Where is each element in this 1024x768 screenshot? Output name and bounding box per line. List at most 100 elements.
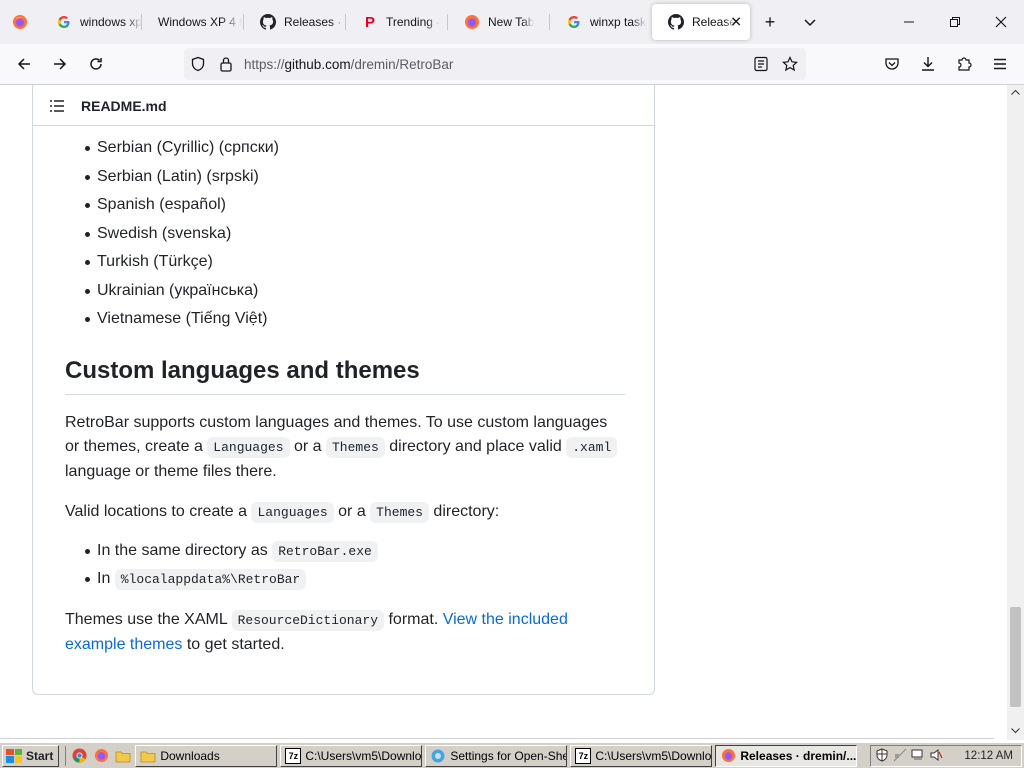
new-tab-button[interactable]: + bbox=[750, 0, 790, 44]
back-button[interactable] bbox=[6, 48, 42, 80]
tab-releases-active[interactable]: Releases ✕ bbox=[652, 4, 750, 40]
paragraph: RetroBar supports custom languages and t… bbox=[65, 411, 625, 484]
tab-windows-xp-4[interactable]: Windows XP 4 f bbox=[142, 0, 244, 44]
horizontal-divider bbox=[0, 738, 994, 739]
tab-title: Trending - bbox=[386, 15, 441, 29]
url-host: github.com bbox=[284, 56, 351, 72]
taskbar-button-7zip-2[interactable]: 7z C:\Users\vm5\Downlo... bbox=[570, 744, 713, 767]
pocket-icon bbox=[885, 58, 899, 70]
windows-logo-icon bbox=[6, 748, 22, 763]
scroll-down-arrow-icon[interactable] bbox=[1011, 728, 1020, 734]
address-bar[interactable]: https://github.com/dremin/RetroBar bbox=[184, 48, 806, 80]
inline-code: ResourceDictionary bbox=[231, 609, 385, 631]
readme-header: README.md bbox=[33, 86, 654, 126]
pinterest-icon: P bbox=[364, 13, 375, 31]
paragraph: Themes use the XAML ResourceDictionary f… bbox=[65, 608, 625, 657]
reload-button[interactable] bbox=[78, 48, 114, 80]
pocket-button[interactable] bbox=[874, 48, 910, 80]
text: directory and place valid bbox=[384, 437, 567, 455]
extensions-button[interactable] bbox=[946, 48, 982, 80]
taskbar-button-firefox[interactable]: Releases · dremin/... bbox=[715, 744, 858, 767]
url-text[interactable]: https://github.com/dremin/RetroBar bbox=[244, 57, 453, 72]
google-icon bbox=[566, 14, 582, 30]
location-list: In the same directory as RetroBar.exe In… bbox=[65, 539, 625, 596]
page-viewport: README.md Serbian (Cyrillic) (српски) Se… bbox=[0, 85, 1007, 740]
tab-trending[interactable]: P Trending - bbox=[346, 0, 448, 44]
firefox-icon bbox=[720, 748, 736, 764]
text: directory: bbox=[428, 502, 500, 520]
google-icon bbox=[56, 14, 72, 30]
close-window-button[interactable] bbox=[978, 0, 1024, 44]
folder-icon bbox=[140, 748, 156, 764]
text: In bbox=[97, 570, 115, 587]
app-menu-button[interactable] bbox=[982, 48, 1018, 80]
section-heading: Custom languages and themes bbox=[65, 356, 625, 395]
network-icon[interactable] bbox=[893, 748, 907, 765]
list-item: Serbian (Latin) (srpski) bbox=[65, 165, 625, 194]
close-tab-icon[interactable]: ✕ bbox=[730, 14, 742, 31]
list-item: In %localappdata%\RetroBar bbox=[65, 567, 625, 596]
computer-icon[interactable] bbox=[911, 748, 925, 765]
text: format. bbox=[384, 610, 443, 628]
text: Valid locations to create a bbox=[65, 502, 252, 520]
scrollbar-thumb[interactable] bbox=[1010, 607, 1021, 707]
bookmark-star-icon[interactable] bbox=[782, 56, 798, 72]
language-list: Serbian (Cyrillic) (српски) Serbian (Lat… bbox=[65, 136, 625, 336]
security-shield-icon[interactable] bbox=[875, 747, 889, 765]
readme-container: README.md Serbian (Cyrillic) (српски) Se… bbox=[32, 85, 655, 695]
scroll-up-arrow-icon[interactable] bbox=[1011, 89, 1020, 95]
tab-winxp-task[interactable]: winxp task bbox=[550, 0, 652, 44]
tab-new-tab[interactable]: New Tab bbox=[448, 0, 550, 44]
list-item: Swedish (svenska) bbox=[65, 222, 625, 251]
forward-button[interactable] bbox=[42, 48, 78, 80]
tracking-protection-shield-icon[interactable] bbox=[190, 56, 206, 72]
text: Themes use the XAML bbox=[65, 610, 232, 628]
reader-view-icon[interactable] bbox=[754, 56, 768, 72]
text: language or theme files there. bbox=[65, 462, 277, 480]
tab-title: Windows XP 4 f bbox=[158, 15, 243, 29]
taskbar-button-7zip-1[interactable]: 7z C:\Users\vm5\Downlo... bbox=[280, 744, 423, 767]
start-button[interactable]: Start bbox=[2, 744, 60, 767]
taskbar-button-label: Downloads bbox=[160, 748, 220, 763]
vertical-scrollbar[interactable] bbox=[1007, 85, 1024, 740]
taskbar-button-openshell[interactable]: Settings for Open-Shell... bbox=[425, 744, 568, 767]
list-all-tabs-button[interactable] bbox=[790, 0, 830, 44]
hamburger-menu-icon bbox=[994, 58, 1006, 70]
taskbar-button-label: C:\Users\vm5\Downlo... bbox=[595, 748, 713, 763]
openshell-icon bbox=[430, 748, 446, 764]
inline-code: RetroBar.exe bbox=[272, 540, 378, 562]
list-item: Ukrainian (українська) bbox=[65, 279, 625, 308]
clock[interactable]: 12:12 AM bbox=[964, 750, 1013, 762]
volume-icon[interactable] bbox=[929, 748, 943, 765]
close-icon bbox=[995, 16, 1007, 28]
restore-button[interactable] bbox=[932, 0, 978, 44]
chevron-down-icon bbox=[804, 19, 816, 27]
firefox-view-button[interactable] bbox=[0, 0, 40, 44]
lock-icon[interactable] bbox=[219, 56, 233, 72]
tab-releases-1[interactable]: Releases · C bbox=[244, 0, 346, 44]
inline-code: %localappdata%\RetroBar bbox=[114, 569, 307, 590]
tab-strip: windows xp Windows XP 4 f Releases · C P… bbox=[0, 0, 1024, 44]
taskbar-button-downloads[interactable]: Downloads bbox=[135, 744, 278, 767]
back-arrow-icon bbox=[17, 58, 30, 70]
download-icon bbox=[922, 57, 934, 71]
restore-icon bbox=[950, 17, 960, 27]
tab-title: Releases · C bbox=[284, 15, 346, 29]
start-label: Start bbox=[26, 748, 54, 763]
tab-windows-xp[interactable]: windows xp bbox=[40, 0, 142, 44]
table-of-contents-icon[interactable] bbox=[49, 98, 65, 114]
chrome-icon[interactable] bbox=[70, 747, 88, 765]
paragraph: Valid locations to create a Languages or… bbox=[65, 500, 625, 525]
firefox-icon[interactable] bbox=[92, 747, 110, 765]
plus-icon: + bbox=[764, 11, 776, 32]
readme-filename[interactable]: README.md bbox=[81, 98, 167, 114]
minimize-button[interactable] bbox=[886, 0, 932, 44]
text: or a bbox=[333, 502, 371, 520]
inline-code: Themes bbox=[325, 436, 385, 458]
inline-code: .xaml bbox=[566, 436, 618, 458]
list-item: Spanish (español) bbox=[65, 193, 625, 222]
quick-launch bbox=[65, 745, 132, 766]
taskbar-button-label: C:\Users\vm5\Downlo... bbox=[305, 748, 423, 763]
downloads-button[interactable] bbox=[910, 48, 946, 80]
folder-icon[interactable] bbox=[114, 747, 132, 765]
